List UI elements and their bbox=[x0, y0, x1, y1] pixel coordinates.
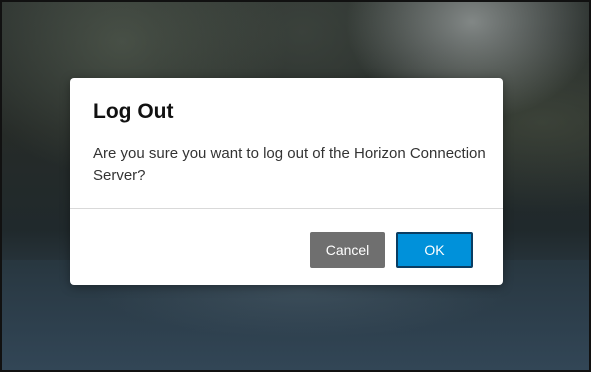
ok-button[interactable]: OK bbox=[396, 232, 473, 268]
dialog-title: Log Out bbox=[93, 100, 174, 123]
dialog-divider bbox=[70, 208, 503, 209]
cancel-button[interactable]: Cancel bbox=[310, 232, 385, 268]
screen-frame: Log Out Are you sure you want to log out… bbox=[0, 0, 591, 372]
dialog-message: Are you sure you want to log out of the … bbox=[93, 145, 486, 184]
logout-dialog: Log Out Are you sure you want to log out… bbox=[70, 78, 503, 285]
